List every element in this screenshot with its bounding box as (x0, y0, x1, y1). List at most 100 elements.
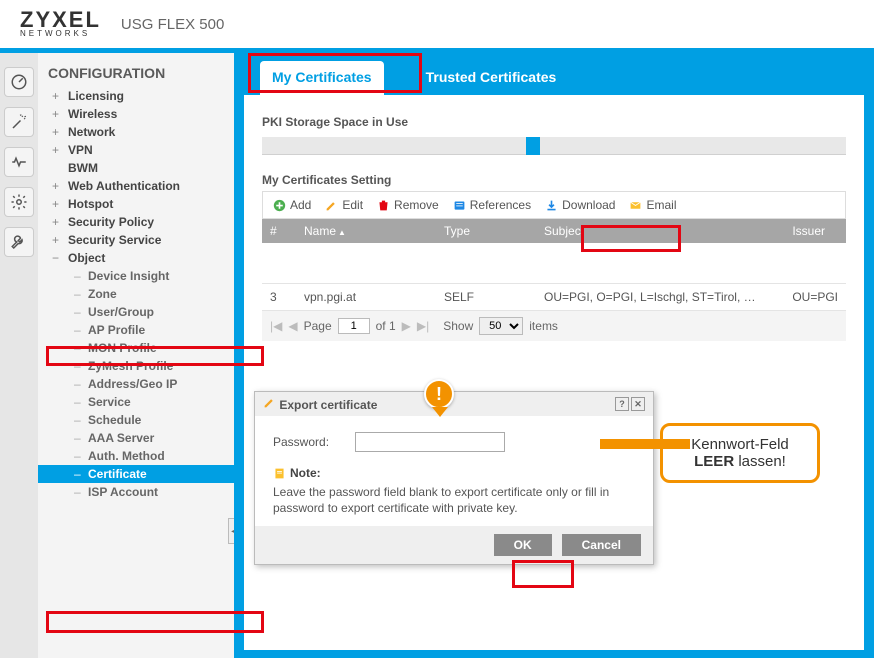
sidebar-item-aaa-server[interactable]: –AAA Server (38, 429, 234, 447)
sidebar-item-user-group[interactable]: –User/Group (38, 303, 234, 321)
email-label: Email (646, 198, 676, 212)
sidebar-item-network[interactable]: +Network (38, 123, 234, 141)
email-icon (629, 199, 642, 212)
sidebar-item-bwm[interactable]: BWM (38, 159, 234, 177)
remove-button[interactable]: Remove (377, 198, 439, 212)
sidebar-item-wireless[interactable]: +Wireless (38, 105, 234, 123)
sidebar-item-isp-account[interactable]: –ISP Account (38, 483, 234, 501)
col-index[interactable]: # (262, 219, 296, 243)
export-dialog: Export certificate ? ✕ Password: Note: (254, 391, 654, 565)
pager-items-label: items (529, 319, 558, 333)
pager-last[interactable]: ▶| (417, 319, 429, 333)
tab-trusted-certificates[interactable]: Trusted Certificates (414, 61, 569, 95)
table-header-row: # Name▲ Type Subject Issuer (262, 219, 846, 243)
ok-button[interactable]: OK (494, 534, 552, 556)
sidebar-item-hotspot[interactable]: +Hotspot (38, 195, 234, 213)
edit-button[interactable]: Edit (325, 198, 363, 212)
pager-show-select[interactable]: 50 (479, 317, 523, 335)
sidebar-item-ap-profile[interactable]: –AP Profile (38, 321, 234, 339)
sidebar-item-schedule[interactable]: –Schedule (38, 411, 234, 429)
pager-page-input[interactable] (338, 318, 370, 334)
sidebar-item-licensing[interactable]: +Licensing (38, 87, 234, 105)
download-button[interactable]: Download (545, 198, 615, 212)
col-issuer[interactable]: Issuer (784, 219, 846, 243)
sidebar-item-object[interactable]: −Object (38, 249, 234, 267)
sidebar-item-zymesh-profile[interactable]: –ZyMesh Profile (38, 357, 234, 375)
sidebar-item-web-auth[interactable]: +Web Authentication (38, 177, 234, 195)
download-icon (545, 199, 558, 212)
tools-icon[interactable] (4, 227, 34, 257)
annotation-callout: Kennwort-Feld LEER lassen! (670, 423, 820, 483)
sidebar-item-vpn[interactable]: +VPN (38, 141, 234, 159)
table-toolbar: Add Edit Remove References Download (262, 191, 846, 219)
sidebar-item-mon-profile[interactable]: –MON Profile (38, 339, 234, 357)
plus-circle-icon (273, 199, 286, 212)
dialog-buttons: OK Cancel (255, 526, 653, 564)
nav-iconrail (0, 53, 38, 658)
pager-show-label: Show (443, 319, 473, 333)
dialog-help-icon[interactable]: ? (615, 397, 629, 411)
sidebar-item-security-service[interactable]: +Security Service (38, 231, 234, 249)
note-icon (273, 467, 286, 480)
tab-bar: My Certificates Trusted Certificates (234, 53, 874, 95)
sidebar-item-device-insight[interactable]: –Device Insight (38, 267, 234, 285)
sidebar-item-certificate[interactable]: –Certificate (38, 465, 234, 483)
cell-type: SELF (436, 283, 536, 310)
pager-page-label: Page (304, 319, 332, 333)
email-button[interactable]: Email (629, 198, 676, 212)
highlight-certificate (46, 611, 264, 633)
dialog-title-text: Export certificate (279, 398, 377, 412)
edit-icon (325, 199, 338, 212)
logo: ZYXEL NETWORKS (20, 10, 101, 39)
pager-page-total: of 1 (376, 319, 396, 333)
sidebar-item-address-geo-ip[interactable]: –Address/Geo IP (38, 375, 234, 393)
cell-issuer: OU=PGI (784, 283, 846, 310)
col-type[interactable]: Type (436, 219, 536, 243)
cancel-button[interactable]: Cancel (562, 534, 641, 556)
dialog-close-icon[interactable]: ✕ (631, 397, 645, 411)
app-header: ZYXEL NETWORKS USG FLEX 500 (0, 0, 874, 48)
password-label: Password: (273, 435, 343, 449)
sidebar-item-service[interactable]: –Service (38, 393, 234, 411)
wand-icon[interactable] (4, 107, 34, 137)
dashboard-icon[interactable] (4, 67, 34, 97)
add-button[interactable]: Add (273, 198, 311, 212)
device-model: USG FLEX 500 (121, 16, 224, 33)
logo-subtext: NETWORKS (20, 29, 90, 38)
remove-label: Remove (394, 198, 439, 212)
col-subject[interactable]: Subject (536, 219, 784, 243)
gear-icon[interactable] (4, 187, 34, 217)
sidebar-item-zone[interactable]: –Zone (38, 285, 234, 303)
sidebar-item-auth-method[interactable]: –Auth. Method (38, 447, 234, 465)
edit-icon (263, 396, 276, 409)
sidebar: CONFIGURATION +Licensing +Wireless +Netw… (38, 53, 234, 658)
note-text: Leave the password field blank to export… (273, 484, 635, 516)
cell-subject: OU=PGI, O=PGI, L=Ischgl, ST=Tirol, … (536, 283, 784, 310)
storage-bar (262, 137, 846, 155)
pager-next[interactable]: ▶ (402, 319, 411, 333)
edit-label: Edit (342, 198, 363, 212)
pager-prev[interactable]: ◀ (288, 319, 297, 333)
password-input[interactable] (355, 432, 505, 452)
annotation-text: Kennwort-Feld LEER lassen! (660, 423, 820, 483)
logo-text: ZYXEL (20, 10, 101, 30)
download-label: Download (562, 198, 615, 212)
tab-my-certificates[interactable]: My Certificates (260, 61, 384, 95)
table-row[interactable]: 3 vpn.pgi.at SELF OU=PGI, O=PGI, L=Ischg… (262, 283, 846, 310)
main-content: My Certificates Trusted Certificates PKI… (234, 53, 874, 658)
sidebar-heading: CONFIGURATION (38, 63, 234, 87)
table-section-title: My Certificates Setting (262, 173, 846, 187)
col-name[interactable]: Name▲ (296, 219, 436, 243)
references-icon (453, 199, 466, 212)
monitor-icon[interactable] (4, 147, 34, 177)
trash-icon (377, 199, 390, 212)
references-button[interactable]: References (453, 198, 531, 212)
storage-bar-fill (526, 137, 540, 155)
note-heading: Note: (273, 466, 635, 480)
cell-index: 3 (262, 283, 296, 310)
add-label: Add (290, 198, 311, 212)
pager-first[interactable]: |◀ (270, 319, 282, 333)
annotation-arrow-icon (572, 423, 600, 463)
sidebar-item-security-policy[interactable]: +Security Policy (38, 213, 234, 231)
cell-name: vpn.pgi.at (296, 283, 436, 310)
